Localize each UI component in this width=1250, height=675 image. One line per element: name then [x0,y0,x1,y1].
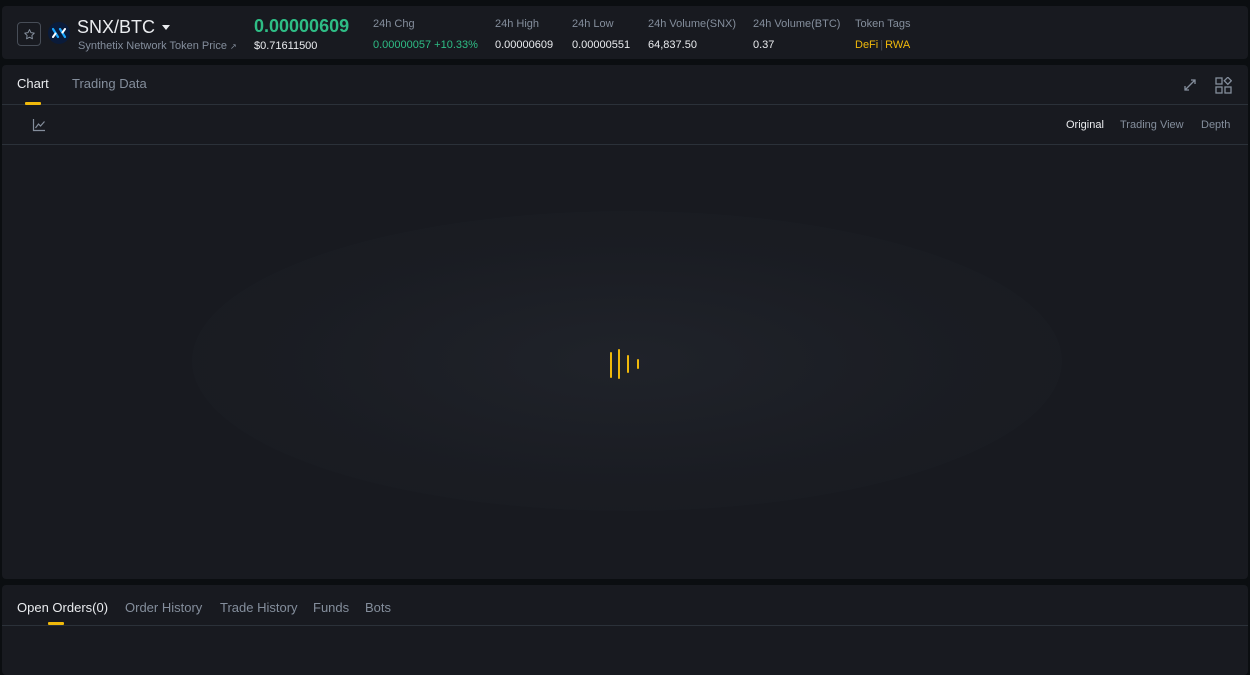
tab-bots[interactable]: Bots [365,600,391,615]
stat-value: 64,837.50 [648,39,697,51]
token-price-link[interactable]: Synthetix Network Token Price ↗ [78,40,237,52]
tag-defi[interactable]: DeFi [855,39,878,51]
stat-24h-volume-btc: 24h Volume(BTC) 0.37 [753,18,840,51]
loading-bars-icon [609,349,643,379]
tag-rwa[interactable]: RWA [885,39,910,51]
tab-open-orders[interactable]: Open Orders(0) [17,600,108,615]
tab-chart[interactable]: Chart [17,76,49,91]
view-depth[interactable]: Depth [1201,119,1230,131]
usd-price: $0.71611500 [254,40,318,52]
stat-24h-high: 24h High 0.00000609 [495,18,553,51]
stat-label: 24h Volume(BTC) [753,18,841,30]
stat-value: 0.00000551 [572,39,631,51]
stat-label: Token Tags [855,18,911,30]
star-icon [23,28,35,39]
stat-24h-volume-snx: 24h Volume(SNX) 64,837.50 [648,18,736,51]
stat-label: 24h Volume(SNX) [648,18,737,30]
line-chart-icon[interactable] [31,117,47,133]
stat-24h-change: 24h Chg 0.00000057 +10.33% [373,18,478,51]
stat-label: 24h Low [572,18,614,30]
stat-value: 0.00000057 +10.33% [373,39,478,51]
view-trading-view[interactable]: Trading View [1120,119,1184,131]
tab-order-history[interactable]: Order History [125,600,202,615]
symbol-selector[interactable]: SNX/BTC [77,17,171,38]
favorite-button[interactable] [17,22,41,46]
last-price: 0.00000609 [254,16,350,36]
chart-canvas[interactable] [2,146,1248,579]
stat-24h-low: 24h Low 0.00000551 [572,18,630,51]
ticker-header: SNX/BTC Synthetix Network Token Price ↗ … [2,6,1248,59]
stat-token-tags: Token Tags DeFi | RWA [855,18,910,51]
stat-label: 24h High [495,18,540,30]
tab-trading-data[interactable]: Trading Data [72,76,147,91]
chart-tabs: Chart Trading Data [2,65,1248,105]
orders-panel: Open Orders(0) Order History Trade Histo… [2,585,1248,675]
tab-funds[interactable]: Funds [313,600,349,615]
orders-tabs: Open Orders(0) Order History Trade Histo… [2,585,1248,626]
tag-list: DeFi | RWA [855,39,910,51]
active-tab-indicator [48,622,64,625]
stat-value: 0.37 [753,39,775,51]
external-link-icon: ↗ [229,41,237,51]
view-original[interactable]: Original [1066,119,1104,131]
tab-trade-history[interactable]: Trade History [220,600,298,615]
symbol-label: SNX/BTC [77,17,156,37]
layout-grid-icon[interactable] [1213,75,1233,95]
chart-toolbar: Original Trading View Depth [2,105,1248,145]
tag-separator: | [880,39,884,51]
stat-value: 0.00000609 [495,39,554,51]
expand-icon[interactable] [1181,76,1199,94]
token-name-label: Synthetix Network Token Price [78,40,227,52]
chart-panel: Chart Trading Data Original Trading View [2,65,1248,579]
caret-down-icon [162,25,171,30]
stat-label: 24h Chg [373,18,415,30]
snx-logo-icon [48,22,70,44]
